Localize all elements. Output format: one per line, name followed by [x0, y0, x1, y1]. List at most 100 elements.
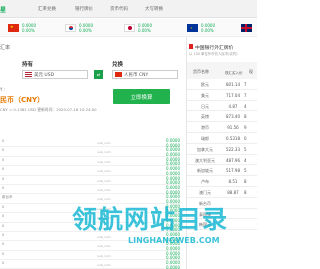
exchange-label: 兑换	[112, 62, 124, 68]
ticker-item[interactable]: 0.0000 0.00%	[124, 21, 152, 35]
rate-row-code: 0	[2, 204, 5, 209]
rate-row-code: 0	[2, 157, 5, 162]
sidebar-row[interactable]: 欧元 801.14 7	[187, 79, 257, 90]
rate-row-code: 新台币	[2, 195, 13, 200]
sidebar-row[interactable]: 加拿大元 522.33 5	[187, 144, 257, 155]
sidebar-row-buy: 91.56	[227, 125, 239, 131]
convert-button[interactable]: 立即换算	[113, 89, 170, 104]
have-currency-value: 美元 USD	[34, 72, 55, 78]
sidebar-row[interactable]: 澳大利亚元 487.96 4	[187, 155, 257, 166]
exchange-currency-value: 人民币 CNY	[124, 72, 149, 78]
nav-item-currency-codes[interactable]: 货币代码	[110, 6, 128, 12]
rate-row[interactable]: 0 oub_com 0.0000 0.0000	[0, 157, 180, 166]
sidebar-row-name: 加拿大元	[197, 146, 213, 152]
sidebar-row-sell: 7	[244, 82, 247, 87]
sidebar-row[interactable]: 瑞郎 0.5318 0	[187, 133, 257, 144]
ticker-change: 0.00%	[79, 28, 92, 33]
sidebar-row[interactable]: 港币 91.56 9	[187, 122, 257, 133]
sidebar-row[interactable]: 新加坡元 517.98 5	[187, 165, 257, 177]
cn-flag-icon	[115, 72, 122, 77]
sidebar-row-buy: 88.87	[227, 190, 239, 195]
sidebar-subtitle: 以 100 单位外币兑人民币(实时)	[189, 52, 238, 56]
sidebar-row-name: 美元	[201, 92, 209, 98]
bank-logo-icon	[189, 44, 193, 49]
ticker-item[interactable]: ★ 0.0000 0.00%	[8, 21, 36, 35]
sidebar-row-sell: 5	[244, 146, 247, 152]
sidebar-row[interactable]: 美元 717.04 7	[187, 90, 257, 101]
sidebar-row-name: 港币	[201, 125, 209, 131]
sidebar-row-sell: 7	[244, 92, 247, 98]
rate-row-source: oub_com	[97, 169, 111, 174]
ticker-change: 0.00%	[201, 28, 214, 33]
rate-row-code: 0	[2, 223, 5, 228]
ticker-item[interactable]	[241, 21, 255, 35]
sidebar-table-header: 货币名称 现汇买入价 现	[187, 62, 257, 79]
sidebar-row-sell: 8	[244, 114, 247, 120]
sidebar-title: 中国银行外汇牌价	[195, 46, 234, 51]
have-label: 持有	[22, 62, 34, 68]
top-nav: 星 汇率兑换 银行牌价 货币代码 大写转换	[0, 0, 257, 18]
nav-item-uppercase[interactable]: 大写转换	[145, 6, 163, 12]
sidebar-row[interactable]: 日元 4.87 4	[187, 101, 257, 112]
swap-button[interactable]: ⇄	[94, 70, 103, 79]
rate-row[interactable]: 0 oub_com 0.0000 0.0000	[0, 166, 180, 176]
watermark: 领航网站目录	[72, 205, 229, 234]
rate-row-code: 0	[2, 214, 5, 219]
sidebar-row-name: 卢布	[201, 179, 209, 185]
rate-row[interactable]: 0 oub_com 0.0000 0.0000	[0, 260, 180, 269]
rate-row-code: 0	[2, 148, 5, 153]
nav-item-bank-rates[interactable]: 银行牌价	[75, 6, 93, 12]
sidebar-row[interactable]: 澳门元 88.87 8	[187, 187, 257, 198]
rate-row[interactable]: 0 oub_com 0.0000 0.0000	[0, 185, 180, 195]
flag-icon: ★	[8, 24, 19, 32]
col-a-header: 现汇买入价	[225, 71, 243, 75]
sidebar-row-buy: 517.98	[226, 168, 240, 174]
rate-row-source: oub_com	[97, 187, 111, 192]
rate-row-code: 0	[2, 242, 5, 247]
flag-icon: ✦	[187, 24, 198, 32]
sidebar-row-name: 欧元	[201, 82, 209, 87]
rate-row[interactable]: 0 oub_com 0.0000 0.0000	[0, 138, 180, 148]
sidebar-row-buy: 8.51	[228, 179, 238, 185]
flag-icon	[65, 24, 76, 32]
sidebar-row-name: 澳门元	[199, 190, 211, 195]
currency-prefix: Y :	[0, 87, 6, 92]
rate-row[interactable]: 0 oub_com 0.0000 0.0000	[0, 147, 180, 157]
rate-row[interactable]: 0 oub_com 0.0000 0.0000	[0, 176, 180, 185]
flag-icon	[241, 24, 252, 32]
sidebar-row-sell: 9	[244, 125, 247, 131]
result-currency: 民币（CNY）	[0, 96, 45, 104]
ticker-item[interactable]: 0.0000 0.00%	[65, 21, 93, 35]
rate-row-source: oub_com	[97, 159, 111, 164]
sidebar-row[interactable]: 卢布 8.51 8	[187, 176, 257, 187]
rate-ticker: ★ 0.0000 0.00% 0.0000 0.00% 0.0000 0.00% ✦ …	[0, 19, 257, 37]
page: 星 汇率兑换 银行牌价 货币代码 大写转换 ★ 0.0000 0.00% 0.00…	[0, 0, 257, 269]
rate-row-code: 0	[2, 139, 5, 143]
sidebar-row-buy: 4.87	[228, 103, 238, 109]
sidebar-row-sell: 4	[244, 103, 247, 109]
sidebar-row-name: 瑞郎	[201, 136, 209, 141]
rate-row-code: 0	[2, 232, 5, 237]
us-flag-icon	[25, 72, 32, 77]
sidebar-row[interactable]: 英镑 873.40 8	[187, 111, 257, 123]
rate-row-source: oub_com	[97, 178, 111, 183]
sidebar-row-name: 澳大利亚元	[195, 157, 215, 163]
col-b-header: 现	[249, 69, 253, 74]
rate-row-source: oub_com	[97, 150, 111, 155]
rate-row-code: 0	[2, 167, 5, 172]
rate-row-source: oub_com	[97, 253, 111, 258]
ticker-item[interactable]: ✦ 0.0000 0.00%	[187, 21, 215, 35]
breadcrumb[interactable]: 汇率	[0, 44, 10, 51]
nav-item-exchange[interactable]: 汇率兑换	[38, 6, 56, 12]
watermark-sub: LINGHANGWEB.COM	[128, 236, 220, 245]
sidebar-row-buy: 801.14	[226, 82, 240, 87]
rate-row-code: 0	[2, 185, 5, 190]
site-logo[interactable]: 星	[0, 5, 6, 14]
rate-row[interactable]: 0 oub_com 0.0000 0.0000	[0, 251, 180, 260]
sidebar-row-sell: 8	[244, 190, 247, 195]
have-currency-select[interactable]: 美元 USD	[22, 70, 88, 79]
exchange-currency-select[interactable]: 人民币 CNY	[112, 70, 178, 79]
sidebar-row-buy: 522.33	[226, 146, 240, 152]
ticker-change: 0.00%	[138, 28, 151, 33]
ticker-change: 0.00%	[22, 28, 35, 33]
